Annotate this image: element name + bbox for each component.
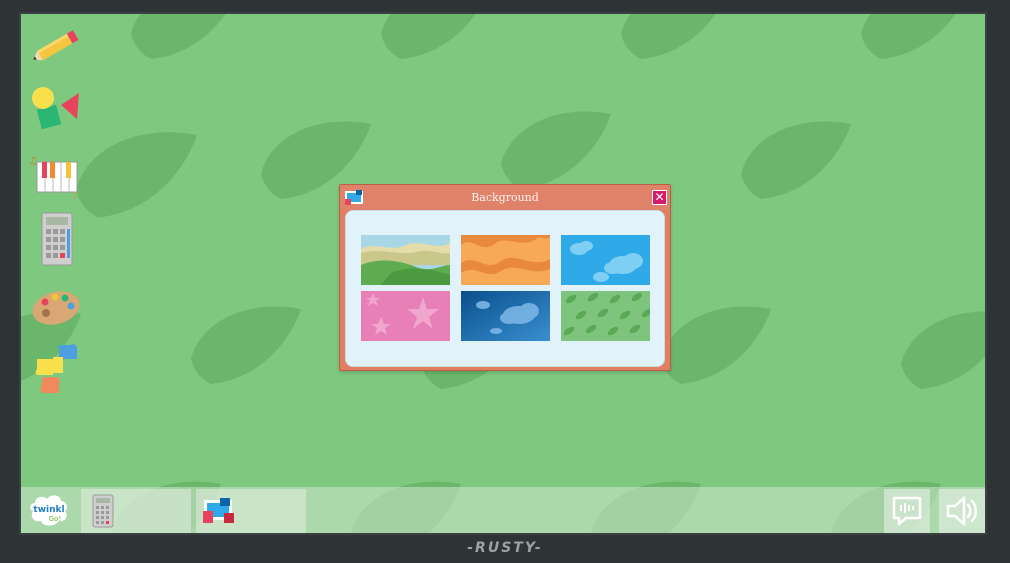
background-option-night-clouds[interactable] <box>461 291 550 341</box>
volume-button[interactable] <box>939 489 985 533</box>
background-option-blue-clouds[interactable] <box>561 235 650 285</box>
speaker-icon <box>946 496 977 526</box>
pencil-icon[interactable] <box>27 18 85 76</box>
calculator-icon[interactable] <box>27 210 85 268</box>
background-icon <box>203 498 234 523</box>
window-title: Background <box>471 191 539 204</box>
background-picker-panel <box>345 210 665 367</box>
background-option-green-leaves[interactable] <box>561 291 650 341</box>
shapes-icon[interactable] <box>27 80 85 138</box>
speech-bubble-icon <box>892 496 922 526</box>
palette-icon[interactable] <box>27 278 85 336</box>
jigsaw-icon[interactable] <box>27 340 85 398</box>
svg-text:♪: ♪ <box>73 191 79 200</box>
background-option-orange-waves[interactable] <box>461 235 550 285</box>
calculator-icon <box>92 494 114 528</box>
device-brand: -RUSTY- <box>467 540 543 556</box>
background-option-pink-stars[interactable] <box>361 291 450 341</box>
logo-text-bottom: Go! <box>49 515 62 523</box>
desktop-screen: ♫ ♪ Background ✕ twinkl Go! <box>19 12 987 535</box>
twinkl-go-logo[interactable]: twinkl Go! <box>27 493 71 529</box>
close-icon[interactable]: ✕ <box>652 190 667 205</box>
svg-text:♫: ♫ <box>29 156 38 167</box>
background-task[interactable] <box>196 489 306 533</box>
background-option-hills[interactable] <box>361 235 450 285</box>
logo-text-top: twinkl <box>33 505 64 515</box>
piano-icon[interactable]: ♫ ♪ <box>27 146 85 204</box>
background-window: Background ✕ <box>339 184 671 371</box>
speech-button[interactable] <box>884 489 930 533</box>
taskbar: twinkl Go! <box>21 487 985 533</box>
calculator-task[interactable] <box>81 489 191 533</box>
